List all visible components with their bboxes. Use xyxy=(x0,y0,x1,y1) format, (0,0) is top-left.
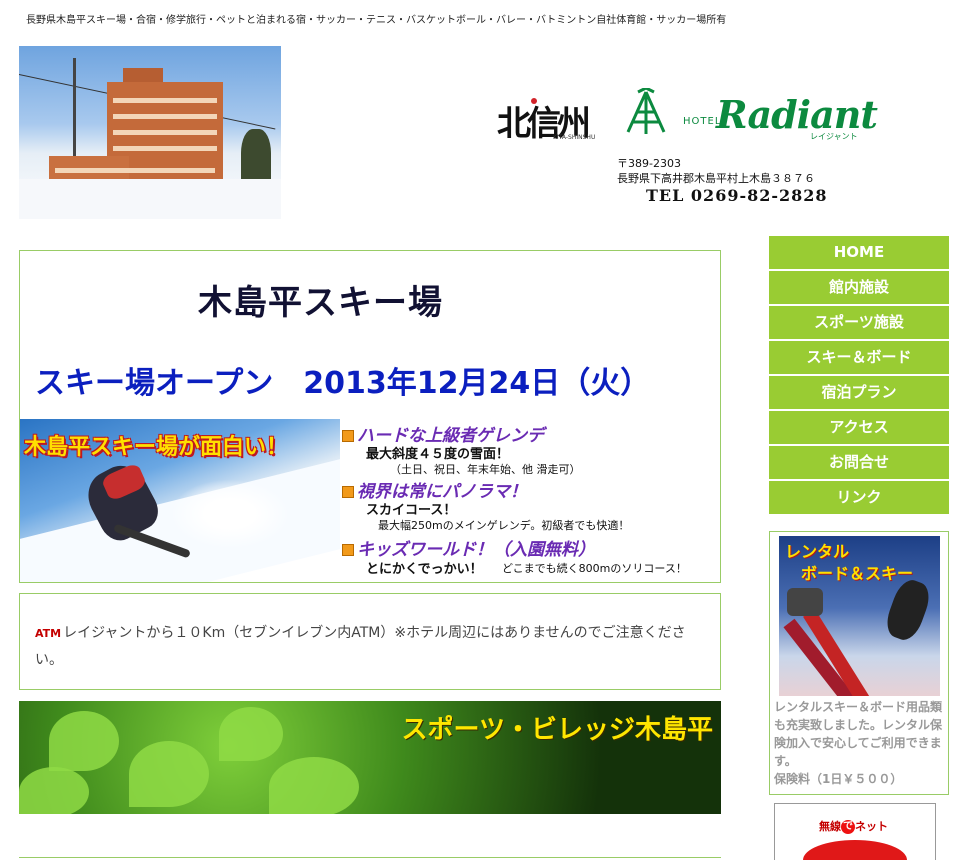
feature-line: とにかくでっかい！ xyxy=(366,562,483,577)
rental-caption-sub: ボード＆スキー xyxy=(801,564,914,583)
atm-text: レイジャントから１０Km（セブンイレブン内ATM）※ホテル周辺にはありませんので… xyxy=(35,625,686,668)
snow-ground xyxy=(19,179,281,219)
nav-sports-facilities[interactable]: スポーツ施設 xyxy=(769,306,949,341)
hotel-name-kana: レイジャント xyxy=(810,132,858,141)
feature-note: どこまでも続く800mのソリコース！ xyxy=(502,562,687,575)
sports-village-title: スポーツ・ビレッジ木島平 xyxy=(401,715,713,745)
nav-facilities[interactable]: 館内施設 xyxy=(769,271,949,306)
address-block: 〒389-2303 長野県下高井郡木島平村上木島３８７６ xyxy=(617,156,815,186)
powder-spray xyxy=(170,479,290,549)
rental-banner-image[interactable]: レンタル ボード＆スキー xyxy=(779,536,940,696)
leaf xyxy=(19,767,89,814)
opening-date: スキー場オープン 2013年12月24日（火） xyxy=(35,366,651,401)
window-row xyxy=(55,168,215,173)
phone-number: TEL 0269-82-2828 xyxy=(646,186,828,205)
wireless-net-label: 無線でネット xyxy=(819,820,888,834)
sports-village-banner[interactable]: スポーツ・ビレッジ木島平 xyxy=(19,701,721,814)
logo-red-dot xyxy=(531,98,537,104)
wireless-logo-shape xyxy=(803,840,907,860)
leaf xyxy=(269,757,359,814)
leaf xyxy=(129,741,209,807)
bullet-icon xyxy=(342,544,354,556)
leaf xyxy=(49,711,119,771)
ski-banner-image[interactable]: 木島平スキー場が面白い！ xyxy=(20,419,340,582)
atm-notice-text: ATM レイジャントから１０Km（セブンイレブン内ATM）※ホテル周辺にはありませ… xyxy=(35,620,705,674)
rental-caption: レンタル xyxy=(785,542,850,561)
window-row xyxy=(113,146,217,151)
nav-access[interactable]: アクセス xyxy=(769,411,949,446)
feature-line: 最大斜度４５度の雪面！ xyxy=(366,447,510,462)
rental-panel: レンタル ボード＆スキー レンタルスキー＆ボード用品類も充実致しました。レンタル… xyxy=(769,531,949,795)
nav-links[interactable]: リンク xyxy=(769,481,949,516)
site-tagline: 長野県木島平スキー場・合宿・修学旅行・ペットと泊まれる宿・サッカー・テニス・バス… xyxy=(26,15,727,26)
window-row xyxy=(113,130,217,135)
leaf xyxy=(219,707,283,761)
atm-badge: ATM xyxy=(35,627,62,640)
nav-stay-plans[interactable]: 宿泊プラン xyxy=(769,376,949,411)
de-icon: で xyxy=(841,820,855,834)
banner-caption: 木島平スキー場が面白い！ xyxy=(24,435,289,460)
window-row xyxy=(113,98,217,103)
divider xyxy=(19,857,721,858)
side-nav: HOME 館内施設 スポーツ施設 スキー＆ボード 宿泊プラン アクセス お問合せ… xyxy=(769,236,949,516)
nav-contact[interactable]: お問合せ xyxy=(769,446,949,481)
feature-note: （土日、祝日、年末年始、他 滑走可） xyxy=(390,463,581,476)
rental-description: レンタルスキー＆ボード用品類も充実致しました。レンタル保険加入で安心してご利用で… xyxy=(774,698,946,788)
ski-resort-title: 木島平スキー場 xyxy=(198,283,443,323)
wireless-net-banner[interactable]: 無線でネット xyxy=(774,803,936,860)
nav-home[interactable]: HOME xyxy=(769,236,949,271)
hotel-photo xyxy=(19,46,281,219)
rental-text: レンタルスキー＆ボード用品類も充実致しました。レンタル保険加入で安心してご利用で… xyxy=(774,700,943,768)
bullet-icon xyxy=(342,430,354,442)
ski-resort-section: 木島平スキー場 スキー場オープン 2013年12月24日（火） 木島平スキー場が… xyxy=(19,250,721,583)
ski-boot xyxy=(787,588,823,616)
nav-ski-board[interactable]: スキー＆ボード xyxy=(769,341,949,376)
feature-line: スカイコース！ xyxy=(366,503,457,518)
window-row xyxy=(113,114,217,119)
street-address: 長野県下高井郡木島平村上木島３８７６ xyxy=(617,172,815,185)
kita-shinshu-logo-sub: KITA-SHINSHU xyxy=(553,134,596,141)
radiant-emblem-icon xyxy=(626,88,666,134)
kita-shinshu-logo[interactable]: 北信州 KITA-SHINSHU xyxy=(497,96,597,144)
feature-note: 最大幅250mのメインゲレンデ。初級者でも快適！ xyxy=(378,519,630,532)
postal-code: 〒389-2303 xyxy=(617,157,681,170)
atm-notice: ATM レイジャントから１０Km（セブンイレブン内ATM）※ホテル周辺にはありませ… xyxy=(19,593,721,690)
rental-fee: 保険料（1日￥５００） xyxy=(774,772,903,786)
feature-heading: キッズワールド！（入園無料） xyxy=(342,535,595,560)
skier xyxy=(881,575,935,645)
bullet-icon xyxy=(342,486,354,498)
